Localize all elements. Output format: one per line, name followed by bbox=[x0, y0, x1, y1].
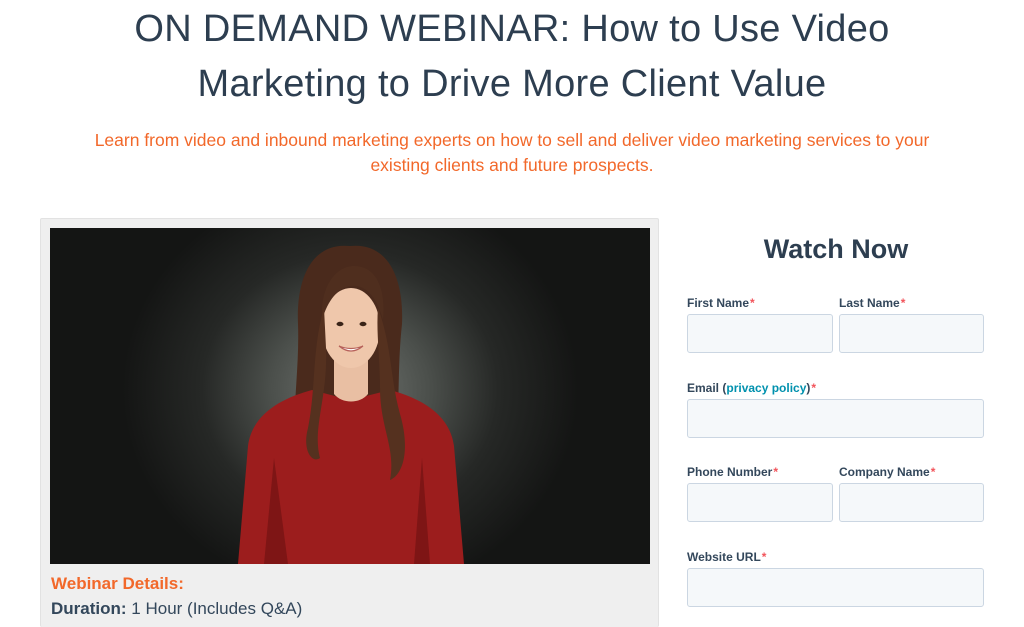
webinar-duration: Duration: 1 Hour (Includes Q&A) bbox=[51, 599, 302, 619]
phone-number-input[interactable] bbox=[687, 483, 833, 522]
email-label-prefix: Email ( bbox=[687, 381, 727, 395]
company-name-label-text: Company Name bbox=[839, 465, 930, 479]
phone-number-label-text: Phone Number bbox=[687, 465, 773, 479]
form-title: Watch Now bbox=[763, 234, 909, 264]
duration-value: 1 Hour (Includes Q&A) bbox=[131, 599, 303, 618]
last-name-label-text: Last Name bbox=[839, 296, 900, 310]
subtitle-line-2: existing clients and future prospects. bbox=[370, 155, 654, 175]
first-name-label-text: First Name bbox=[687, 296, 750, 310]
duration-label: Duration: bbox=[51, 599, 127, 618]
last-name-label: Last Name* bbox=[839, 296, 905, 310]
website-url-input[interactable] bbox=[687, 568, 984, 607]
webinar-panel: Webinar Details: Duration: 1 Hour (Inclu… bbox=[40, 218, 659, 627]
subtitle-line-1: Learn from video and inbound marketing e… bbox=[94, 130, 930, 150]
page-subtitle: Learn from video and inbound marketing e… bbox=[40, 128, 984, 178]
webinar-details-heading: Webinar Details: bbox=[51, 574, 184, 593]
required-asterisk: * bbox=[811, 381, 817, 395]
website-url-label: Website URL* bbox=[687, 550, 766, 564]
required-asterisk: * bbox=[900, 296, 906, 310]
privacy-policy-link[interactable]: privacy policy bbox=[726, 381, 806, 395]
email-label-suffix: ) bbox=[806, 381, 811, 395]
required-asterisk: * bbox=[750, 296, 755, 310]
presenter-image bbox=[238, 245, 464, 564]
required-asterisk: * bbox=[761, 550, 767, 564]
email-input[interactable] bbox=[687, 399, 984, 438]
first-name-label: First Name* bbox=[687, 296, 755, 310]
first-name-input[interactable] bbox=[687, 314, 833, 353]
email-label: Email (privacy policy)* bbox=[687, 381, 816, 395]
page-title-line-1: ON DEMAND WEBINAR: How to Use Video bbox=[134, 8, 890, 50]
website-url-label-text: Website URL bbox=[687, 550, 761, 564]
registration-form: Watch Now First Name* Last Name* Email (… bbox=[686, 218, 986, 627]
phone-number-label: Phone Number* bbox=[687, 465, 778, 479]
page-title-line-2: Marketing to Drive More Client Value bbox=[197, 63, 827, 105]
company-name-label: Company Name* bbox=[839, 465, 935, 479]
company-name-input[interactable] bbox=[839, 483, 984, 522]
webinar-video-thumbnail[interactable] bbox=[50, 228, 650, 564]
last-name-input[interactable] bbox=[839, 314, 984, 353]
required-asterisk: * bbox=[773, 465, 779, 479]
page-title: ON DEMAND WEBINAR: How to Use Video Mark… bbox=[0, 2, 1024, 112]
required-asterisk: * bbox=[930, 465, 936, 479]
presenter-eye-left bbox=[336, 321, 344, 327]
presenter-eye-right bbox=[359, 321, 367, 327]
